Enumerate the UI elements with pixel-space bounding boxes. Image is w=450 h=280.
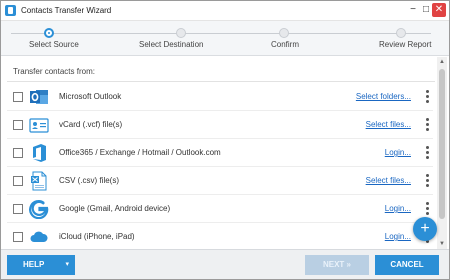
outlook-more-options-icon[interactable] bbox=[423, 88, 431, 106]
minimize-button[interactable]: − bbox=[406, 3, 420, 17]
outlook-select-folders-link[interactable]: Select folders... bbox=[356, 92, 411, 101]
step-review-report-label: Review Report bbox=[379, 40, 432, 49]
add-source-button[interactable]: + bbox=[413, 217, 437, 241]
step-confirm-indicator bbox=[279, 28, 289, 38]
section-divider bbox=[7, 81, 435, 82]
csv-select-files-link[interactable]: Select files... bbox=[366, 176, 411, 185]
google-login-link[interactable]: Login... bbox=[385, 204, 411, 213]
vertical-scrollbar[interactable]: ▲ ▼ bbox=[437, 57, 447, 249]
vcard-label: vCard (.vcf) file(s) bbox=[59, 120, 123, 129]
title-bar: Contacts Transfer Wizard − □ ✕ bbox=[1, 1, 449, 21]
office365-login-link[interactable]: Login... bbox=[385, 148, 411, 157]
google-more-options-icon[interactable] bbox=[423, 200, 431, 218]
step-select-destination-indicator bbox=[176, 28, 186, 38]
csv-file-icon bbox=[29, 171, 49, 191]
help-button[interactable]: HELP ▾ bbox=[7, 255, 75, 275]
app-icon bbox=[5, 5, 16, 16]
vcard-more-options-icon[interactable] bbox=[423, 116, 431, 134]
section-label: Transfer contacts from: bbox=[13, 67, 95, 76]
icloud-checkbox[interactable] bbox=[13, 232, 23, 242]
source-list-panel: Transfer contacts from: Microsoft Outloo… bbox=[1, 57, 449, 251]
step-select-destination-label: Select Destination bbox=[139, 40, 204, 49]
outlook-label: Microsoft Outlook bbox=[59, 92, 122, 101]
office365-more-options-icon[interactable] bbox=[423, 144, 431, 162]
step-review-report-indicator bbox=[396, 28, 406, 38]
cancel-button[interactable]: CANCEL bbox=[375, 255, 439, 275]
icloud-label: iCloud (iPhone, iPad) bbox=[59, 232, 135, 241]
window-title: Contacts Transfer Wizard bbox=[21, 6, 112, 15]
contacts-transfer-wizard-window: Contacts Transfer Wizard − □ ✕ Select So… bbox=[0, 0, 450, 280]
csv-checkbox[interactable] bbox=[13, 176, 23, 186]
maximize-button[interactable]: □ bbox=[419, 3, 433, 17]
scrollbar-thumb[interactable] bbox=[439, 69, 445, 219]
csv-more-options-icon[interactable] bbox=[423, 172, 431, 190]
vcard-select-files-link[interactable]: Select files... bbox=[366, 120, 411, 129]
footer-bar: HELP ▾ NEXT » CANCEL bbox=[1, 249, 449, 279]
help-button-label: HELP bbox=[23, 260, 45, 269]
office365-label: Office365 / Exchange / Hotmail / Outlook… bbox=[59, 148, 221, 157]
next-button[interactable]: NEXT » bbox=[305, 255, 369, 275]
source-row-google: Google (Gmail, Android device) Login... bbox=[7, 195, 433, 223]
step-select-source-label: Select Source bbox=[29, 40, 79, 49]
google-icon bbox=[29, 199, 49, 220]
icloud-login-link[interactable]: Login... bbox=[385, 232, 411, 241]
source-row-office365: Office365 / Exchange / Hotmail / Outlook… bbox=[7, 139, 433, 167]
scroll-up-arrow-icon[interactable]: ▲ bbox=[437, 57, 447, 67]
outlook-checkbox[interactable] bbox=[13, 92, 23, 102]
source-row-icloud: iCloud (iPhone, iPad) Login... bbox=[7, 223, 433, 251]
chevron-down-icon[interactable]: ▾ bbox=[65, 255, 69, 275]
office365-icon bbox=[29, 143, 49, 163]
outlook-icon bbox=[29, 87, 49, 107]
icloud-icon bbox=[29, 227, 49, 247]
step-confirm-label: Confirm bbox=[271, 40, 300, 49]
google-label: Google (Gmail, Android device) bbox=[59, 204, 171, 213]
step-select-source-indicator bbox=[44, 28, 54, 38]
csv-label: CSV (.csv) file(s) bbox=[59, 176, 119, 185]
steps-progress-line bbox=[11, 33, 431, 34]
source-row-outlook: Microsoft Outlook Select folders... bbox=[7, 83, 433, 111]
source-row-csv: CSV (.csv) file(s) Select files... bbox=[7, 167, 433, 195]
office365-checkbox[interactable] bbox=[13, 148, 23, 158]
source-row-vcard: vCard (.vcf) file(s) Select files... bbox=[7, 111, 433, 139]
google-checkbox[interactable] bbox=[13, 204, 23, 214]
wizard-steps: Select Source Select Destination Confirm… bbox=[1, 21, 449, 56]
vcard-checkbox[interactable] bbox=[13, 120, 23, 130]
vcard-icon bbox=[29, 115, 49, 135]
scroll-down-arrow-icon[interactable]: ▼ bbox=[437, 239, 447, 249]
close-button[interactable]: ✕ bbox=[432, 3, 446, 17]
